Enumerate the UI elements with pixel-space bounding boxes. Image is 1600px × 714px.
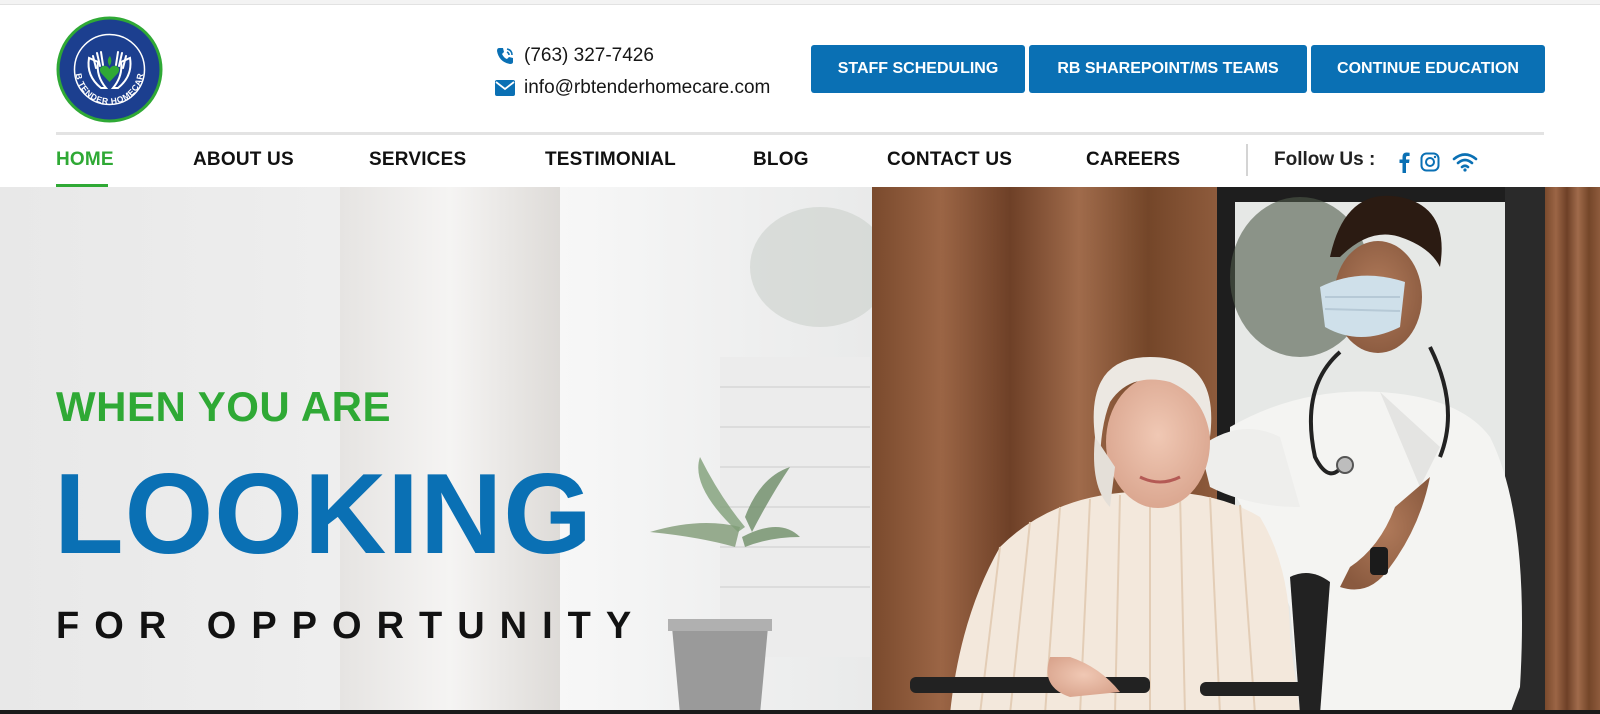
continue-education-button[interactable]: CONTINUE EDUCATION [1311,45,1545,93]
staff-scheduling-button[interactable]: STAFF SCHEDULING [811,45,1025,93]
phone-row[interactable]: (763) 327-7426 [494,40,770,72]
site-logo[interactable]: RB TENDER HOMECARE [53,8,163,123]
email-row[interactable]: info@rbtenderhomecare.com [494,72,770,104]
nav-separator [1246,144,1248,176]
contact-info: (763) 327-7426 info@rbtenderhomecare.com [494,40,770,104]
header-buttons: STAFF SCHEDULING RB SHAREPOINT/MS TEAMS … [811,45,1545,93]
phone-icon [494,45,516,67]
nav-item-testimonial[interactable]: TESTIMONIAL [545,149,676,171]
header-divider [56,132,1544,135]
nav-item-home[interactable]: HOME [56,149,114,171]
facebook-icon[interactable] [1391,149,1417,175]
hero-kicker: WHEN YOU ARE [56,383,392,430]
hero-headline: LOOKING [54,451,593,578]
nav-item-careers[interactable]: CAREERS [1086,149,1180,171]
phone-number[interactable]: (763) 327-7426 [524,45,654,67]
nav-item-contact-us[interactable]: CONTACT US [887,149,1012,171]
hero-bottom-border [0,710,1600,714]
top-border [0,0,1600,5]
sharepoint-teams-button[interactable]: RB SHAREPOINT/MS TEAMS [1029,45,1307,93]
nav-item-blog[interactable]: BLOG [753,149,809,171]
follow-us-label: Follow Us : [1274,149,1376,170]
instagram-icon[interactable] [1417,149,1443,175]
nav-item-about-us[interactable]: ABOUT US [193,149,294,171]
hero-banner: WHEN YOU ARE LOOKING FOR OPPORTUNITY [0,187,1600,714]
wifi-icon[interactable] [1450,149,1480,175]
hero-subheadline: FOR OPPORTUNITY [56,605,647,647]
nav-item-services[interactable]: SERVICES [369,149,466,171]
main-nav: HOME ABOUT US SERVICES TESTIMONIAL BLOG … [56,140,1544,188]
envelope-icon [494,77,516,99]
email-address[interactable]: info@rbtenderhomecare.com [524,77,770,99]
